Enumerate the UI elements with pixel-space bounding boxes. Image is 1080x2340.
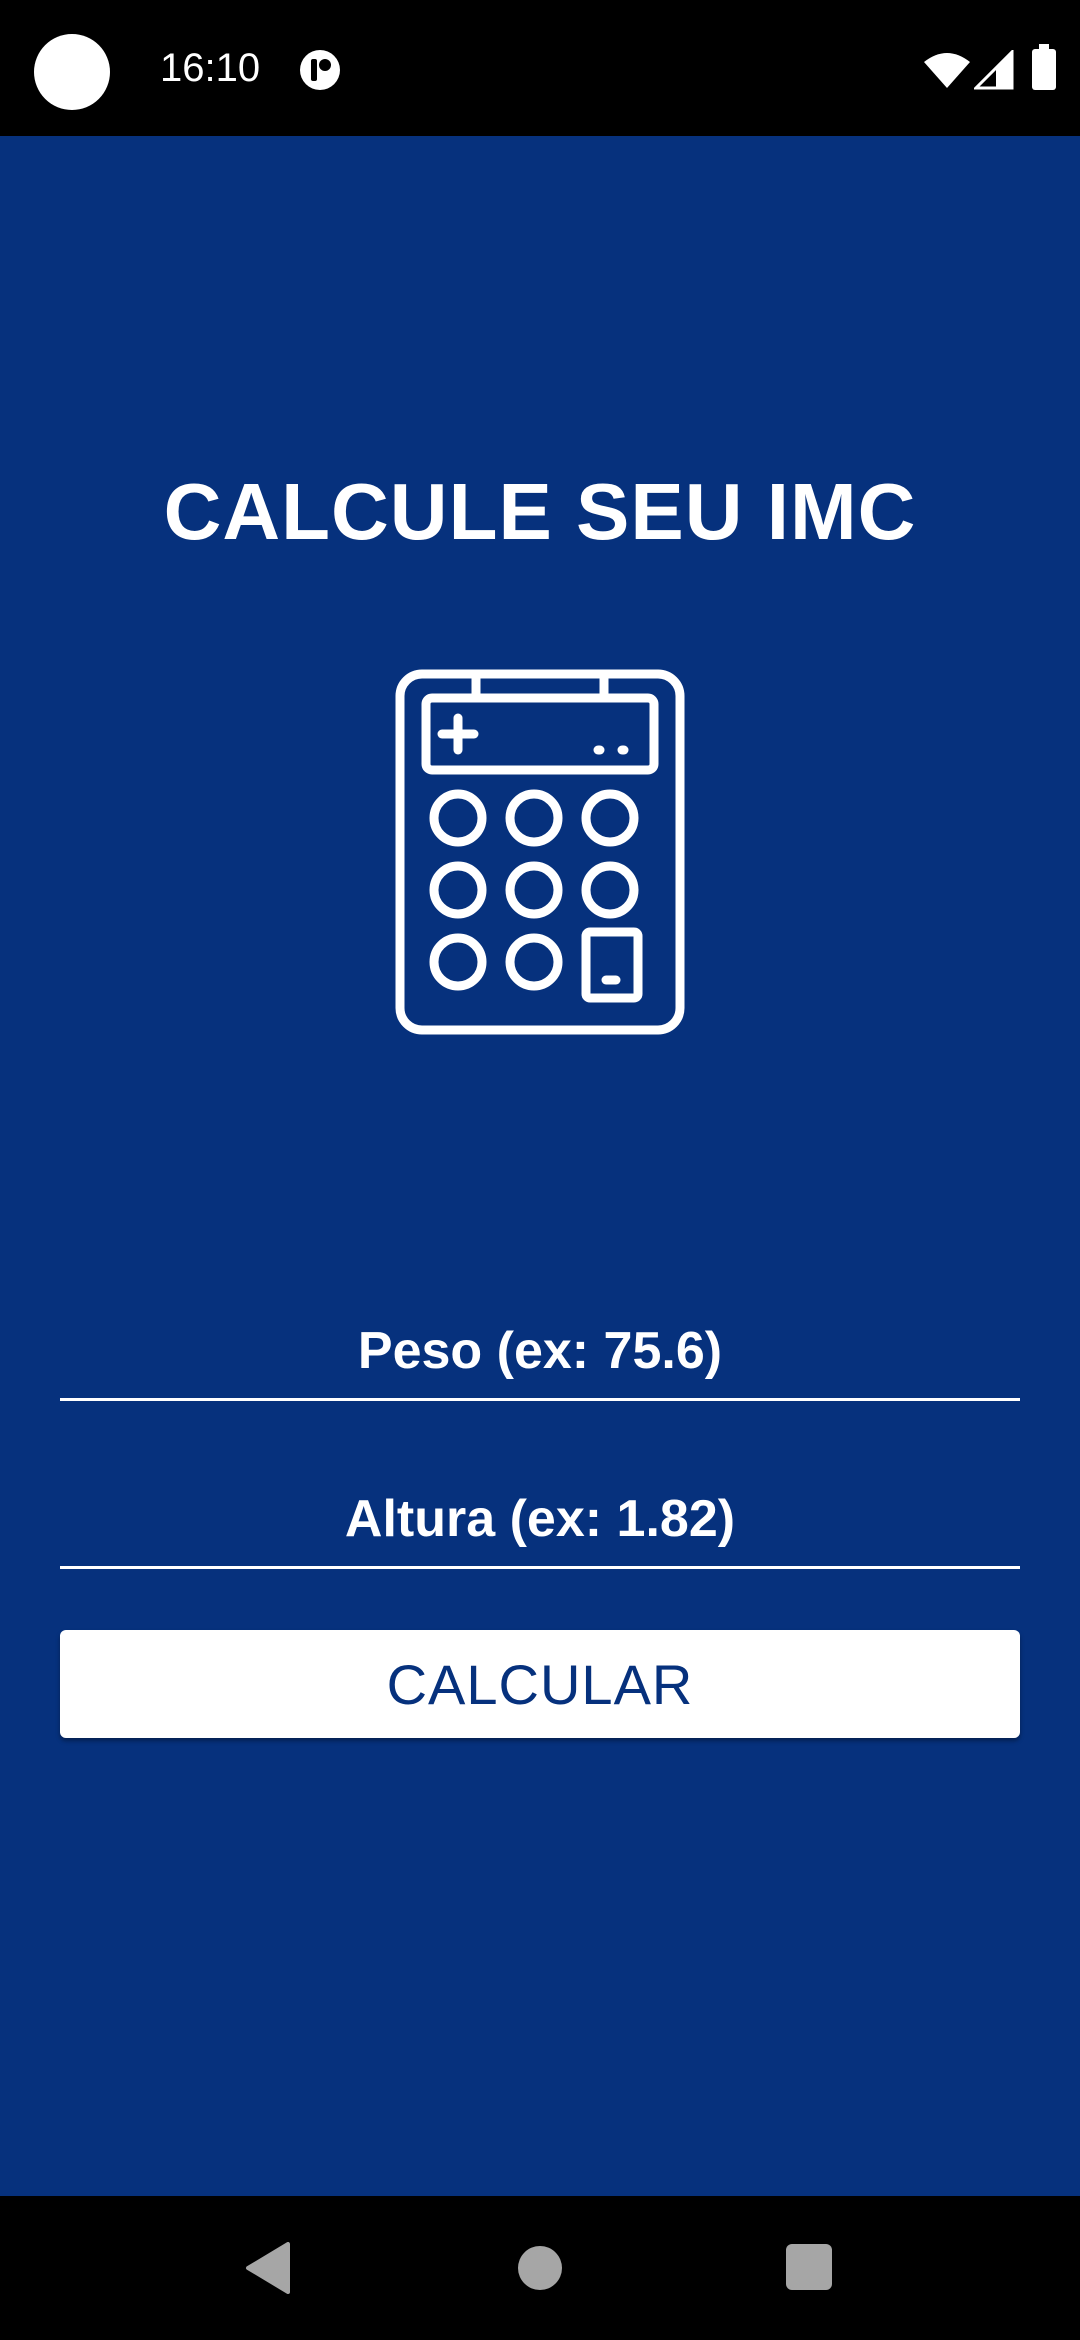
notification-icon [300,50,340,90]
peso-input[interactable] [60,1308,1020,1394]
peso-field [60,1308,1020,1401]
signal-icon [974,50,1014,90]
calculator-icon [395,669,685,1035]
calcular-button[interactable]: CALCULAR [60,1630,1020,1738]
bmi-calculator-screen: CALCULE SEU IMC CALCUL [0,136,1080,2196]
wifi-icon [924,53,970,88]
battery-icon [1032,44,1056,90]
status-bar: 16:10 [0,0,1080,136]
altura-input[interactable] [60,1476,1020,1562]
status-time: 16:10 [160,46,261,90]
navigation-bar [0,2196,1080,2340]
phone-screen: 16:10 CALCULE SEU IMC Peso (ex: 75.6) Al… [0,0,1080,2340]
recents-icon[interactable] [786,2244,832,2290]
altura-field [60,1476,1020,1569]
home-icon[interactable] [518,2246,562,2290]
back-icon[interactable] [244,2242,290,2294]
camera-cutout [34,34,110,110]
page-title: CALCULE SEU IMC [163,467,917,556]
